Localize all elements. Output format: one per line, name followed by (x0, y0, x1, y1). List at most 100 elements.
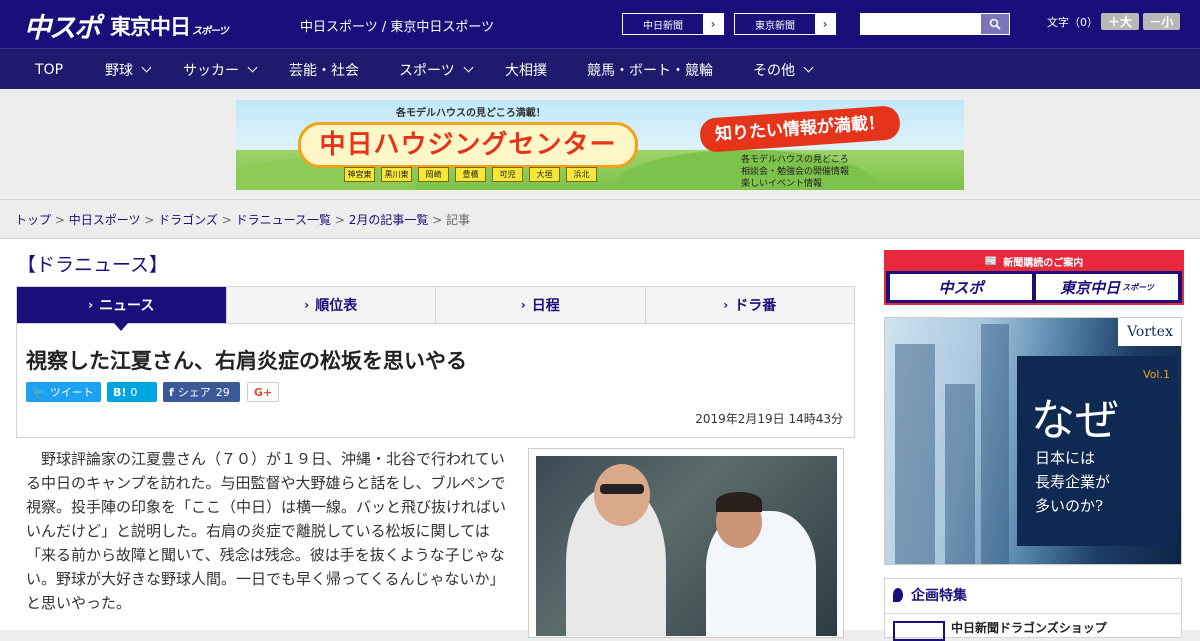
nav-item-sports[interactable]: スポーツ (399, 49, 474, 90)
tab-doraban[interactable]: › ドラ番 (646, 287, 855, 323)
breadcrumb-sep: > (331, 213, 349, 227)
article-photo[interactable] (536, 456, 837, 636)
feature-box: 企画特集 中日新聞ドラゴンズショップ (884, 578, 1182, 641)
photo-figure (600, 484, 644, 494)
breadcrumb-link[interactable]: ドラゴンズ (158, 213, 218, 227)
banner-top-text: 各モデルハウスの見どころ満載！ (396, 108, 546, 119)
feature-thumbnail[interactable] (893, 621, 945, 641)
twitter-icon: 🐦 (32, 385, 46, 399)
ad-subtext: 日本には 長寿企業が 多いのか? (1035, 446, 1110, 518)
newspaper-icon: 📰 (984, 256, 998, 267)
feature-title: 企画特集 (893, 585, 967, 605)
ad-headline: なぜ (1031, 395, 1119, 446)
banner-list-item: 楽しいイベント情報 (741, 179, 823, 189)
ad-building (981, 324, 1009, 564)
tokyo-shimbun-label: 東京新聞 (755, 20, 795, 32)
ad-building (895, 344, 935, 564)
chevron-down-icon (803, 62, 814, 73)
tab-news[interactable]: › ニュース (17, 287, 227, 331)
divider (885, 613, 1181, 614)
chevron-right-icon: › (723, 298, 729, 312)
chevron-down-icon (247, 62, 258, 73)
breadcrumb-sep: > (51, 213, 69, 227)
nav-item-soccer[interactable]: サッカー (183, 49, 258, 90)
chunichi-shimbun-link[interactable]: 中日新聞 › (622, 13, 724, 35)
chunichi-shimbun-label: 中日新聞 (643, 20, 683, 32)
pin-icon (893, 588, 903, 602)
facebook-share-button[interactable]: f シェア 29 (163, 382, 240, 402)
search-button[interactable] (981, 14, 1009, 34)
tab-bar: › ニュース › 順位表 › 日程 › ドラ番 (16, 286, 855, 331)
font-smaller-button[interactable]: －小 (1143, 13, 1180, 30)
chevron-right-icon: › (815, 14, 835, 34)
ad-building (945, 384, 975, 564)
nav-label: 競馬・ボート・競輪 (587, 62, 713, 79)
subscription-box: 📰 新聞購読のご案内 中スポ 東京中日 スポーツ (884, 250, 1184, 305)
nav-label: 芸能・社会 (289, 62, 359, 79)
tab-label: 順位表 (315, 298, 358, 314)
chuspo-logo[interactable]: 中スポ (24, 6, 101, 45)
tokyo-chunichi-logo[interactable]: 東京中日 スポーツ (110, 11, 229, 41)
ad-subline: 日本には (1035, 449, 1096, 467)
tokyo-chunichi-logo-small: スポーツ (192, 26, 229, 37)
tab-label: 日程 (531, 298, 560, 314)
nav-item-keiba[interactable]: 競馬・ボート・競輪 (587, 49, 713, 90)
feature-title-text: 企画特集 (911, 588, 967, 604)
tab-label: ニュース (99, 298, 155, 314)
tweet-button[interactable]: 🐦 ツイート (26, 382, 101, 402)
main-nav: TOP 野球 サッカー 芸能・社会 スポーツ 大相撲 競馬・ボート・競輪 その他 (0, 48, 1200, 89)
nav-label: 野球 (105, 62, 133, 79)
hatena-button[interactable]: B! 0 (107, 382, 157, 402)
chevron-down-icon (141, 62, 152, 73)
breadcrumb-link[interactable]: 中日スポーツ (69, 213, 141, 227)
tab-label: ドラ番 (734, 298, 777, 314)
banner-area: 各モデルハウスの見どころ満載！ 中日ハウジングセンター 知りたい情報が満載！ 各… (0, 89, 1200, 200)
article-body: 野球評論家の江夏豊さん（７０）が１９日、沖縄・北谷で行われている中日のキャンプを… (26, 450, 507, 612)
site-header: 中スポ 東京中日 スポーツ 中日スポーツ / 東京中日スポーツ 中日新聞 › 東京… (0, 0, 1200, 48)
site-tagline: 中日スポーツ / 東京中日スポーツ (300, 20, 495, 35)
ad-brand: Vortex (1118, 318, 1181, 346)
banner-town: 豊橋 (455, 167, 486, 182)
facebook-icon: f (169, 385, 174, 399)
subscription-title: 📰 新聞購読のご案内 (886, 252, 1182, 271)
font-size-label: 文字（0） (1047, 16, 1098, 29)
article-date: 2019年2月19日 14時43分 (695, 412, 843, 426)
nav-item-sumo[interactable]: 大相撲 (505, 49, 547, 90)
breadcrumb-sep: > (428, 213, 447, 227)
nav-item-entertainment[interactable]: 芸能・社会 (289, 49, 359, 90)
banner-town: 岡崎 (418, 167, 449, 182)
breadcrumb-sep: > (140, 213, 159, 227)
subscribe-btn2-small: スポーツ (1122, 282, 1154, 292)
tab-schedule[interactable]: › 日程 (436, 287, 646, 323)
tokyo-shimbun-link[interactable]: 東京新聞 › (734, 13, 836, 35)
breadcrumb-link[interactable]: トップ (15, 213, 51, 227)
housing-center-banner[interactable]: 各モデルハウスの見どころ満載！ 中日ハウジングセンター 知りたい情報が満載！ 各… (236, 100, 964, 190)
chevron-right-icon: › (520, 298, 526, 312)
nav-label: TOP (35, 61, 64, 78)
font-larger-button[interactable]: ＋大 (1101, 13, 1139, 30)
photo-figure (716, 492, 762, 512)
facebook-count: 29 (215, 385, 230, 399)
banner-town: 浜北 (566, 167, 597, 182)
breadcrumb-link[interactable]: 2月の記事一覧 (349, 213, 429, 227)
nav-label: 大相撲 (505, 62, 547, 79)
nav-item-baseball[interactable]: 野球 (105, 49, 152, 90)
subscribe-tokyo-chunichi-button[interactable]: 東京中日 スポーツ (1036, 274, 1178, 300)
nav-item-other[interactable]: その他 (753, 49, 814, 90)
tab-standings[interactable]: › 順位表 (227, 287, 436, 323)
banner-town: 大垣 (529, 167, 560, 182)
search-input[interactable] (860, 13, 1010, 35)
nav-label: その他 (753, 62, 795, 79)
tokyo-chunichi-logo-text: 東京中日 (110, 15, 191, 39)
banner-town: 黒川東 (381, 167, 412, 182)
subscribe-chuspo-button[interactable]: 中スポ (890, 274, 1032, 300)
nav-item-top[interactable]: TOP (35, 49, 63, 90)
photo-figure (594, 464, 650, 526)
chevron-down-icon (463, 62, 474, 73)
google-plus-button[interactable]: G+ (247, 382, 279, 402)
feature-item[interactable]: 中日新聞ドラゴンズショップ (951, 619, 1107, 636)
section-title: 【ドラニュース】 (17, 254, 169, 276)
hatena-count: 0 (130, 385, 138, 399)
vortex-ad[interactable]: Vortex Vol.1 なぜ 日本には 長寿企業が 多いのか? (884, 317, 1182, 565)
breadcrumb-link[interactable]: ドラニュース一覧 (236, 213, 331, 227)
